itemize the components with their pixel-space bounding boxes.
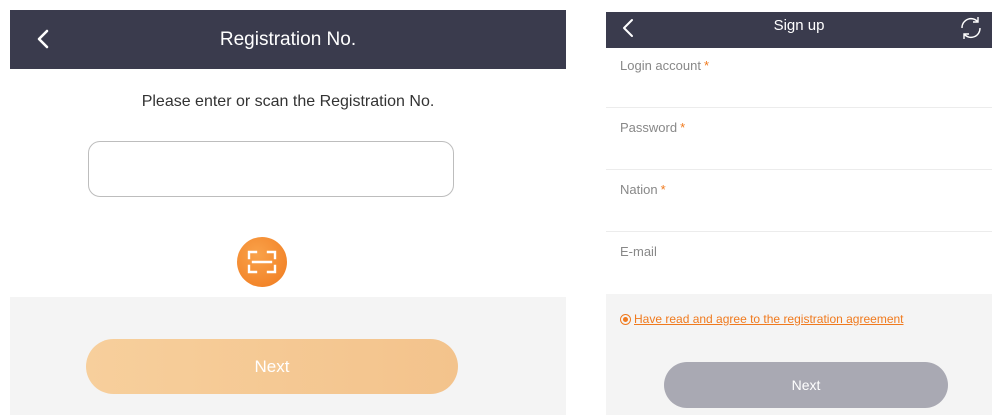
field-label: E-mail (620, 244, 657, 259)
field-label: Nation * (620, 182, 666, 197)
agreement-radio[interactable] (620, 314, 631, 325)
scan-button[interactable] (237, 237, 287, 287)
registration-header: Registration No. (10, 10, 566, 69)
page-title: Registration No. (219, 29, 357, 50)
field-label: Login account * (620, 58, 710, 73)
next-button[interactable]: Next (664, 362, 948, 408)
required-mark: * (703, 58, 710, 73)
next-button[interactable]: Next (86, 339, 458, 394)
signup-screen: Sign up Login account * Password * Nation *… (606, 12, 992, 415)
password-field[interactable]: Password * (606, 108, 992, 170)
signup-header: Sign up (606, 12, 992, 48)
page-title: Sign up (773, 17, 825, 34)
refresh-icon (961, 17, 981, 39)
registration-number-input[interactable] (88, 141, 454, 197)
email-field[interactable]: E-mail (606, 232, 992, 294)
refresh-button[interactable] (957, 14, 985, 42)
registration-screen: Registration No. Please enter or scan th… (10, 10, 566, 415)
required-mark: * (680, 120, 686, 135)
scan-icon (247, 250, 277, 274)
registration-prompt: Please enter or scan the Registration No… (141, 93, 435, 110)
required-mark: * (660, 182, 666, 197)
agreement-link[interactable]: Have read and agree to the registration … (634, 312, 904, 326)
radio-dot (623, 317, 628, 322)
field-label: Password * (620, 120, 686, 135)
login-account-field[interactable]: Login account * (606, 48, 992, 108)
nation-field[interactable]: Nation * (606, 170, 992, 232)
